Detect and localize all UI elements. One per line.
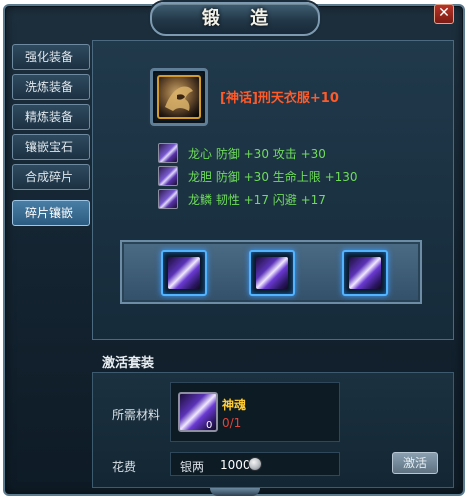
gem-socket-3[interactable] — [342, 250, 388, 296]
cost-value: 1000 — [220, 458, 251, 472]
window-title: 锻 造 — [201, 8, 281, 29]
tab-refine-equip[interactable]: 精炼装备 — [12, 104, 90, 130]
stat-text: 龙心 防御 +30 攻击 +30 — [188, 147, 326, 161]
stat-text: 龙胆 防御 +30 生命上限 +130 — [188, 170, 358, 184]
armor-icon-graphic — [165, 86, 193, 111]
section-title: 激活套装 — [102, 356, 155, 371]
purple-gem-icon — [158, 166, 178, 186]
activate-button[interactable]: 激活 — [392, 452, 438, 474]
currency-label: 银两 — [180, 460, 205, 474]
purple-gem-icon — [168, 257, 200, 289]
purple-gem-icon — [256, 257, 288, 289]
armor-icon[interactable] — [157, 75, 201, 119]
tab-refine-stats[interactable]: 洗炼装备 — [12, 74, 90, 100]
material-count: 0 — [206, 420, 213, 431]
tab-fragment-inlay[interactable]: 碎片镶嵌 — [12, 200, 90, 226]
stat-text: 龙鳞 韧性 +17 闪避 +17 — [188, 193, 326, 207]
bottom-trim — [210, 488, 260, 496]
close-icon: ✕ — [438, 5, 450, 21]
gem-socket-2[interactable] — [249, 250, 295, 296]
material-qty: 0/1 — [222, 416, 242, 430]
tab-combine-fragments[interactable]: 合成碎片 — [12, 164, 90, 190]
tab-inlay-gems[interactable]: 镶嵌宝石 — [12, 134, 90, 160]
item-name: [神话]刑天衣服+10 — [220, 91, 339, 106]
close-button[interactable]: ✕ — [434, 4, 454, 24]
silver-coin-icon — [248, 457, 262, 471]
material-name: 神魂 — [222, 398, 247, 412]
tab-enhance[interactable]: 强化装备 — [12, 44, 90, 70]
required-materials-label: 所需材料 — [112, 408, 161, 422]
cost-label: 花费 — [112, 460, 137, 474]
purple-gem-icon — [349, 257, 381, 289]
gem-socket-1[interactable] — [161, 250, 207, 296]
purple-gem-icon — [158, 143, 178, 163]
purple-gem-icon — [158, 189, 178, 209]
